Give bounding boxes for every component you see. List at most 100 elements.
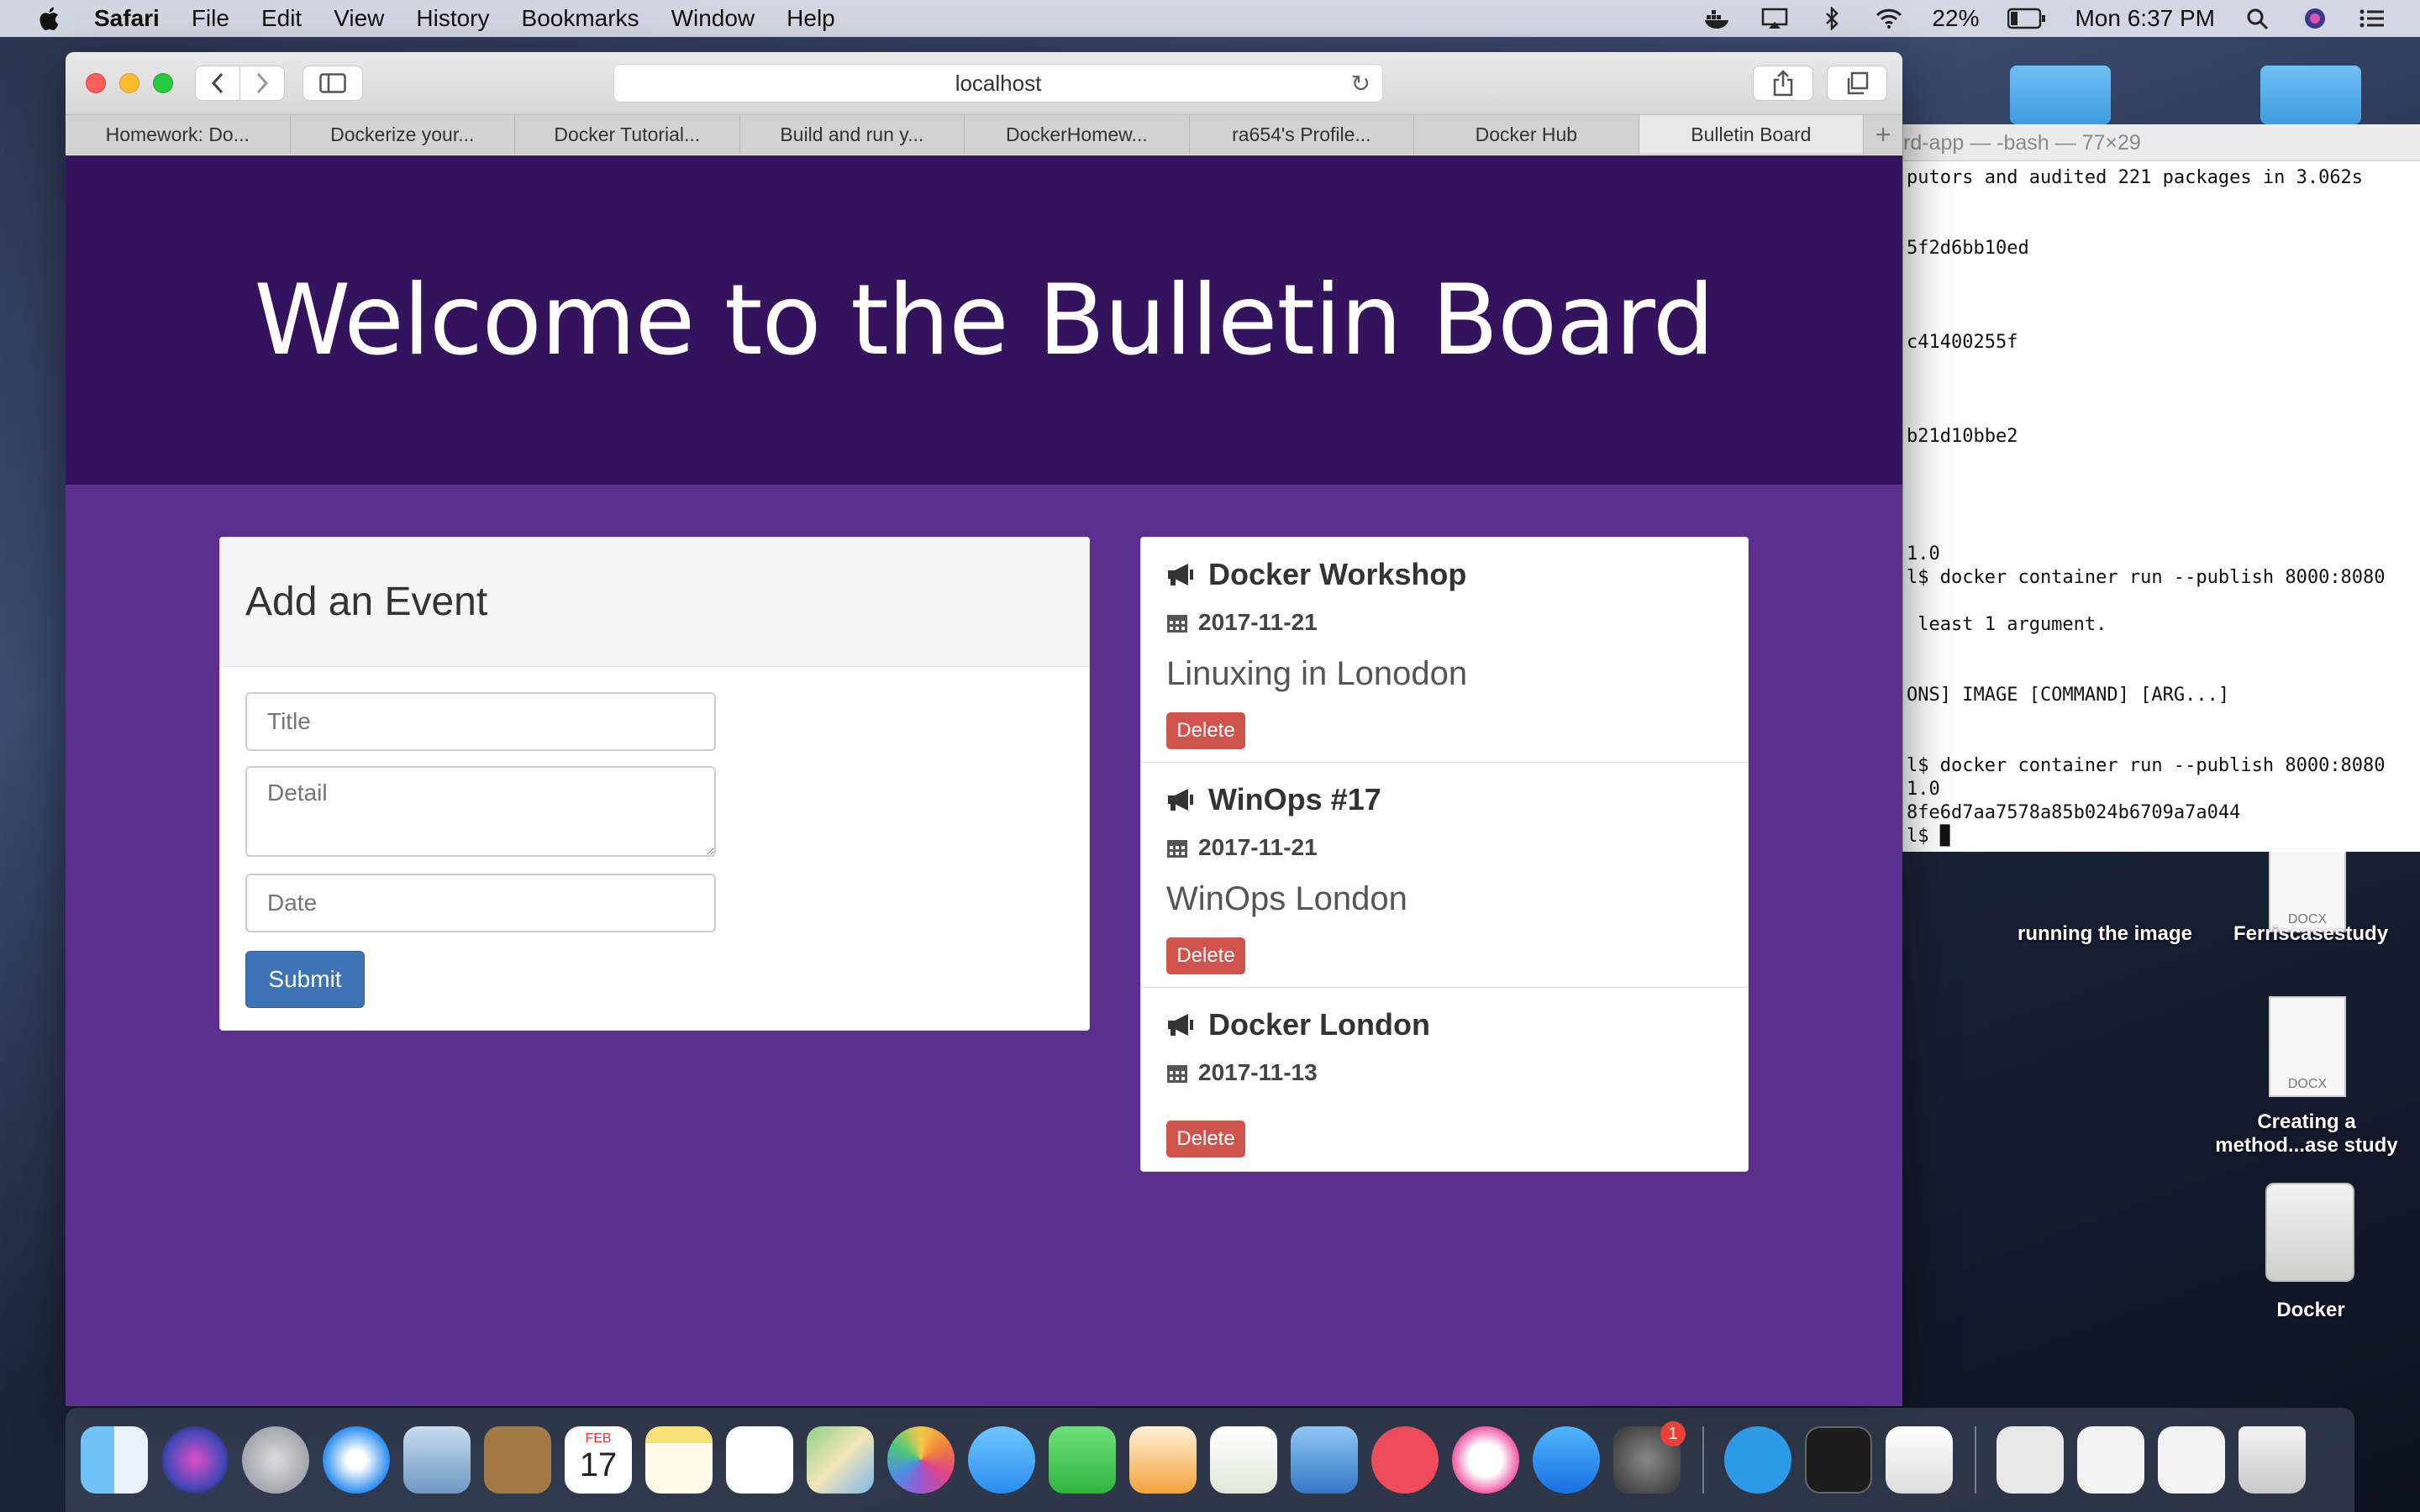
facetime-icon[interactable] — [1049, 1426, 1116, 1494]
notification-badge: 1 — [1660, 1421, 1686, 1446]
launchpad-icon[interactable] — [242, 1426, 309, 1494]
desktop-item-ferriscasestudy[interactable]: Ferriscasestudy — [2210, 922, 2412, 946]
mail-icon[interactable] — [403, 1426, 471, 1494]
event-item: Docker London 2017-11-13 Delete — [1141, 988, 1748, 1169]
reload-icon[interactable]: ↻ — [1351, 70, 1370, 97]
docx-file-icon[interactable]: DOCX — [2269, 996, 2346, 1097]
textedit-icon[interactable] — [1886, 1426, 1953, 1494]
hero-banner: Welcome to the Bulletin Board — [66, 155, 1902, 485]
sidebar-icon — [319, 73, 346, 93]
numbers-icon[interactable] — [1210, 1426, 1277, 1494]
desktop-folder-icon[interactable] — [2260, 66, 2361, 124]
menu-history[interactable]: History — [416, 5, 489, 32]
forward-button[interactable] — [239, 66, 285, 101]
airplay-icon[interactable] — [1760, 7, 1789, 30]
menu-bar: Safari File Edit View History Bookmarks … — [0, 0, 2420, 37]
siri-status-icon[interactable] — [2301, 7, 2329, 30]
notification-center-icon[interactable] — [2358, 7, 2386, 30]
delete-event-button[interactable]: Delete — [1166, 937, 1245, 974]
menu-file[interactable]: File — [192, 5, 229, 32]
web-page: Welcome to the Bulletin Board Add an Eve… — [66, 155, 1902, 1406]
submit-button[interactable]: Submit — [245, 951, 365, 1008]
event-title-row: Docker London — [1166, 1006, 1723, 1043]
calendar-app-icon[interactable]: FEB 17 — [565, 1426, 632, 1494]
tab-build-and-run[interactable]: Build and run y... — [740, 115, 965, 154]
delete-event-button[interactable]: Delete — [1166, 712, 1245, 749]
chevron-right-icon — [256, 72, 269, 94]
screenshot-stack-icon[interactable] — [2158, 1426, 2225, 1494]
maps-icon[interactable] — [807, 1426, 874, 1494]
date-input[interactable] — [245, 874, 716, 932]
share-button[interactable] — [1753, 66, 1813, 101]
safari-icon[interactable] — [323, 1426, 390, 1494]
desktop-folder-icon[interactable] — [2010, 66, 2111, 124]
events-list: Docker Workshop 2017-11-21 Linuxing in L… — [1140, 537, 1749, 1172]
sidebar-toggle-button[interactable] — [302, 66, 363, 101]
event-title: Docker Workshop — [1208, 557, 1467, 591]
address-bar[interactable]: localhost ↻ — [613, 64, 1383, 102]
zoom-window-button[interactable] — [153, 73, 173, 93]
menu-view[interactable]: View — [334, 5, 384, 32]
minimize-window-button[interactable] — [119, 73, 139, 93]
menu-edit[interactable]: Edit — [261, 5, 302, 32]
itunes-icon[interactable] — [1452, 1426, 1519, 1494]
tab-profile[interactable]: ra654's Profile... — [1190, 115, 1415, 154]
calendar-month: FEB — [585, 1431, 612, 1446]
battery-percent: 22% — [1932, 5, 1980, 31]
keynote-icon[interactable] — [1291, 1426, 1358, 1494]
reminders-icon[interactable] — [726, 1426, 793, 1494]
contacts-icon[interactable] — [484, 1426, 551, 1494]
page-title: Welcome to the Bulletin Board — [254, 263, 1715, 377]
tab-dockerize[interactable]: Dockerize your... — [291, 115, 516, 154]
calendar-icon — [1167, 615, 1187, 633]
new-tab-button[interactable]: + — [1864, 115, 1902, 154]
desktop-item-docker[interactable]: Docker — [2235, 1299, 2386, 1322]
notes-icon[interactable] — [645, 1426, 713, 1494]
tab-docker-hub[interactable]: Docker Hub — [1414, 115, 1639, 154]
detail-textarea[interactable] — [245, 766, 716, 857]
tab-docker-homework[interactable]: DockerHomew... — [965, 115, 1190, 154]
add-event-panel: Add an Event Submit — [219, 537, 1090, 1031]
battery-icon[interactable] — [2007, 8, 2046, 29]
delete-event-button[interactable]: Delete — [1166, 1121, 1245, 1158]
back-button[interactable] — [195, 66, 240, 101]
show-tabs-button[interactable] — [1827, 66, 1887, 101]
bullhorn-icon — [1168, 789, 1193, 811]
pages-icon[interactable] — [1129, 1426, 1197, 1494]
trash-icon[interactable] — [2238, 1426, 2306, 1494]
close-window-button[interactable] — [86, 73, 106, 93]
menu-clock[interactable]: Mon 6:37 PM — [2075, 5, 2215, 32]
news-icon[interactable] — [1371, 1426, 1439, 1494]
menu-bookmarks[interactable]: Bookmarks — [522, 5, 639, 32]
desktop-item-creating-a-method[interactable]: Creating a method...ase study — [2202, 1110, 2412, 1158]
terminal-icon[interactable] — [1805, 1426, 1872, 1494]
menu-app-name[interactable]: Safari — [94, 5, 160, 32]
docker-status-icon[interactable] — [1703, 7, 1732, 30]
tab-bulletin-board[interactable]: Bulletin Board — [1639, 115, 1865, 154]
document-stack-icon[interactable] — [2077, 1426, 2144, 1494]
terminal-window[interactable]: rd-app — -bash — 77×29 putors and audite… — [1902, 124, 2420, 852]
spotlight-search-icon[interactable] — [2244, 7, 2272, 30]
add-event-header: Add an Event — [220, 538, 1089, 667]
siri-icon[interactable] — [161, 1426, 229, 1494]
tab-docker-tutorial[interactable]: Docker Tutorial... — [515, 115, 740, 154]
tab-homework[interactable]: Homework: Do... — [66, 115, 291, 154]
photos-icon[interactable] — [887, 1426, 955, 1494]
bluetooth-icon[interactable] — [1818, 7, 1846, 30]
messages-icon[interactable] — [968, 1426, 1035, 1494]
add-event-heading: Add an Event — [245, 580, 488, 624]
desktop-item-running-the-image[interactable]: running the image — [2000, 922, 2210, 946]
downloads-stack-icon[interactable] — [1996, 1426, 2064, 1494]
event-date: 2017-11-21 — [1198, 834, 1318, 860]
app-store-icon[interactable] — [1533, 1426, 1600, 1494]
wifi-icon[interactable] — [1875, 7, 1903, 30]
disk-image-icon[interactable] — [2265, 1183, 2354, 1282]
menu-help[interactable]: Help — [786, 5, 835, 32]
menu-window[interactable]: Window — [671, 5, 755, 32]
docker-icon[interactable] — [1724, 1426, 1791, 1494]
title-input[interactable] — [245, 692, 716, 751]
apple-menu-icon[interactable] — [37, 5, 60, 32]
terminal-output[interactable]: putors and audited 221 packages in 3.062… — [1903, 161, 2420, 848]
system-preferences-icon[interactable]: 1 — [1613, 1421, 1686, 1494]
finder-icon[interactable] — [81, 1426, 148, 1494]
